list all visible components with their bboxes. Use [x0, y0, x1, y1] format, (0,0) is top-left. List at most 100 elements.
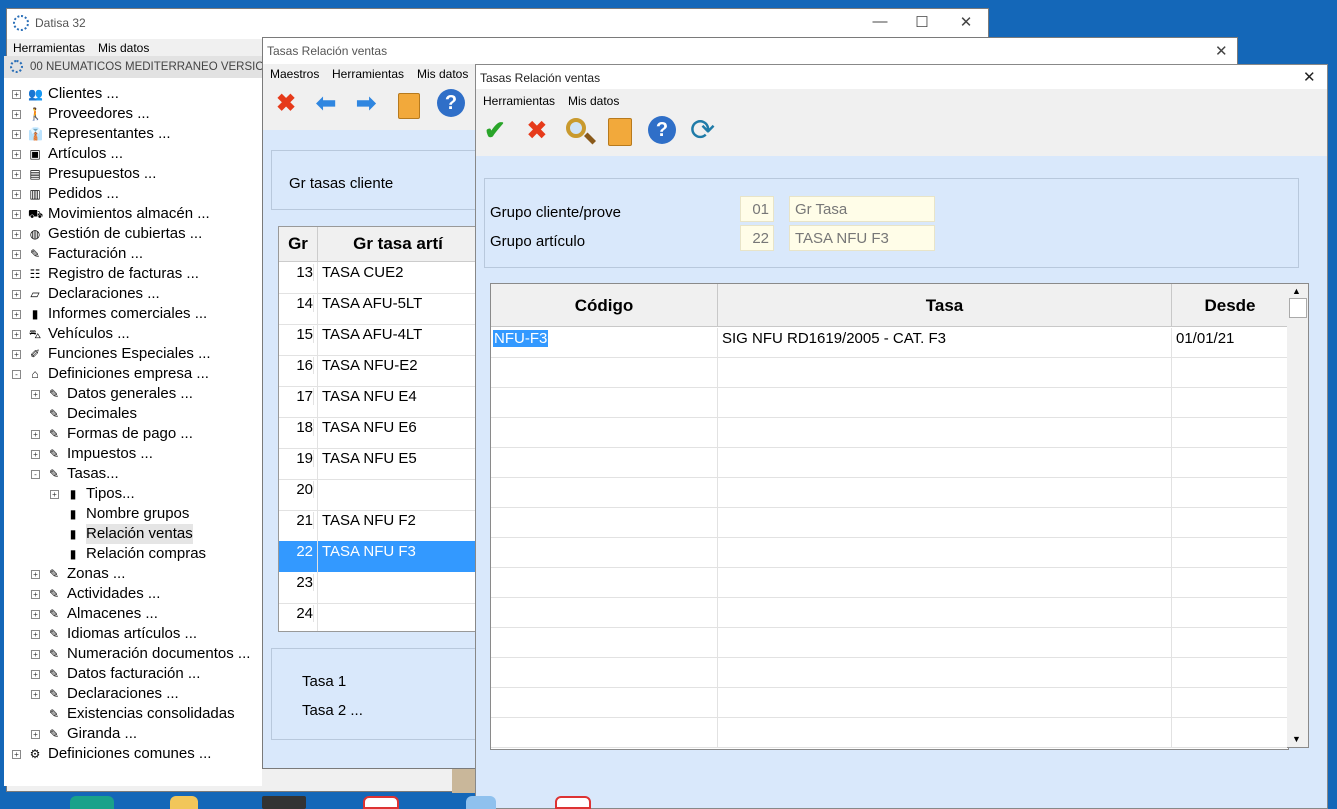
- expand-icon[interactable]: +: [31, 590, 40, 599]
- expand-icon[interactable]: +: [12, 110, 21, 119]
- tasa-2-label[interactable]: Tasa 2 ...: [302, 702, 363, 719]
- table-row[interactable]: 16 TASA NFU-E2: [279, 355, 477, 387]
- taskbar-app-icon-4[interactable]: [363, 796, 399, 809]
- arrow-left-icon[interactable]: ⬅: [311, 89, 341, 119]
- table-row[interactable]: 17 TASA NFU E4: [279, 386, 477, 418]
- cancel-icon[interactable]: ✖: [526, 115, 548, 146]
- expand-icon[interactable]: +: [31, 390, 40, 399]
- codigo-cell[interactable]: [491, 598, 718, 628]
- expand-icon[interactable]: +: [31, 670, 40, 679]
- table-row[interactable]: [491, 598, 1288, 628]
- expand-icon[interactable]: +: [12, 270, 21, 279]
- codigo-cell[interactable]: NFU-F3: [491, 328, 718, 358]
- menu-mis-datos[interactable]: Mis datos: [98, 41, 149, 55]
- collapse-icon[interactable]: -: [31, 470, 40, 479]
- grupo-articulo-code-field[interactable]: 22: [740, 225, 774, 251]
- expand-icon[interactable]: +: [12, 250, 21, 259]
- taskbar-app-icon-6[interactable]: [555, 796, 591, 809]
- expand-icon[interactable]: +: [12, 290, 21, 299]
- taskbar-app-icon-2[interactable]: [170, 796, 198, 809]
- help-icon[interactable]: ?: [648, 116, 676, 144]
- expand-icon[interactable]: +: [12, 210, 21, 219]
- table-row[interactable]: 15 TASA AFU-4LT: [279, 324, 477, 356]
- expand-icon[interactable]: +: [12, 350, 21, 359]
- taskbar-app-icon-1[interactable]: [70, 796, 114, 809]
- grupo-cliente-name-field[interactable]: Gr Tasa: [789, 196, 935, 222]
- grid-header-gr-tasa[interactable]: Gr tasa artí: [318, 227, 477, 262]
- delete-icon[interactable]: ✖: [271, 89, 301, 119]
- table-row[interactable]: 24: [279, 603, 477, 631]
- expand-icon[interactable]: +: [12, 170, 21, 179]
- table-row[interactable]: 18 TASA NFU E6: [279, 417, 477, 449]
- codigo-cell[interactable]: [491, 718, 718, 748]
- clipboard-icon[interactable]: [393, 89, 423, 119]
- table-row[interactable]: [491, 538, 1288, 568]
- menu-mis-datos-detail[interactable]: Mis datos: [568, 94, 619, 108]
- scroll-up-arrow-icon[interactable]: ▲: [1292, 286, 1301, 296]
- column-header-codigo[interactable]: Código: [491, 284, 718, 327]
- grupo-articulo-name-field[interactable]: TASA NFU F3: [789, 225, 935, 251]
- table-row[interactable]: [491, 418, 1288, 448]
- collapse-icon[interactable]: -: [12, 370, 21, 379]
- close-button[interactable]: ✕: [951, 13, 981, 31]
- arrow-right-icon[interactable]: ➡: [351, 89, 381, 119]
- expand-icon[interactable]: +: [12, 130, 21, 139]
- scroll-thumb[interactable]: [1289, 298, 1307, 318]
- table-row[interactable]: 23: [279, 572, 477, 604]
- column-header-tasa[interactable]: Tasa: [718, 284, 1172, 327]
- table-row[interactable]: [491, 688, 1288, 718]
- accept-check-icon[interactable]: ✔: [484, 115, 506, 146]
- codigo-cell[interactable]: [491, 418, 718, 448]
- codigo-cell[interactable]: [491, 508, 718, 538]
- clipboard-icon[interactable]: [608, 118, 632, 146]
- table-row[interactable]: 20: [279, 479, 477, 511]
- menu-mis-datos-tasas[interactable]: Mis datos: [417, 67, 468, 81]
- table-row[interactable]: 21 TASA NFU F2: [279, 510, 477, 542]
- table-row[interactable]: NFU-F3 SIG NFU RD1619/2005 - CAT. F3 01/01…: [491, 328, 1288, 358]
- codigo-cell[interactable]: [491, 538, 718, 568]
- expand-icon[interactable]: +: [12, 750, 21, 759]
- table-row[interactable]: [491, 508, 1288, 538]
- expand-icon[interactable]: +: [31, 570, 40, 579]
- taskbar-app-icon-5[interactable]: [466, 796, 496, 809]
- detail-grid-scrollbar[interactable]: ▲ ▼: [1287, 283, 1309, 748]
- maximize-button[interactable]: ☐: [907, 13, 937, 31]
- grupo-cliente-code-field[interactable]: 01: [740, 196, 774, 222]
- table-row[interactable]: [491, 388, 1288, 418]
- codigo-selected-text[interactable]: NFU-F3: [493, 330, 549, 347]
- refresh-icon[interactable]: ⟳: [690, 113, 715, 148]
- column-header-desde[interactable]: Desde: [1172, 284, 1288, 327]
- table-row[interactable]: 22 TASA NFU F3: [279, 541, 477, 572]
- menu-maestros[interactable]: Maestros: [270, 67, 319, 81]
- expand-icon[interactable]: +: [12, 90, 21, 99]
- codigo-cell[interactable]: [491, 478, 718, 508]
- table-row[interactable]: 19 TASA NFU E5: [279, 448, 477, 480]
- expand-icon[interactable]: +: [31, 650, 40, 659]
- codigo-cell[interactable]: [491, 568, 718, 598]
- expand-icon[interactable]: +: [12, 330, 21, 339]
- table-row[interactable]: 13 TASA CUE2: [279, 262, 477, 294]
- expand-icon[interactable]: +: [12, 230, 21, 239]
- detail-close-button[interactable]: ✕: [1303, 68, 1316, 86]
- expand-icon[interactable]: +: [31, 630, 40, 639]
- search-icon[interactable]: [566, 118, 586, 138]
- expand-icon[interactable]: +: [31, 430, 40, 439]
- expand-icon[interactable]: +: [12, 190, 21, 199]
- codigo-cell[interactable]: [491, 688, 718, 718]
- grid-header-gr[interactable]: Gr: [279, 227, 318, 262]
- codigo-cell[interactable]: [491, 628, 718, 658]
- expand-icon[interactable]: +: [50, 490, 59, 499]
- table-row[interactable]: [491, 628, 1288, 658]
- table-row[interactable]: [491, 718, 1288, 748]
- taskbar-app-icon-3[interactable]: [262, 796, 306, 809]
- menu-herramientas-detail[interactable]: Herramientas: [483, 94, 555, 108]
- expand-icon[interactable]: +: [31, 730, 40, 739]
- expand-icon[interactable]: +: [12, 310, 21, 319]
- scroll-down-arrow-icon[interactable]: ▼: [1292, 734, 1301, 744]
- menu-herramientas[interactable]: Herramientas: [13, 41, 85, 55]
- codigo-cell[interactable]: [491, 358, 718, 388]
- codigo-cell[interactable]: [491, 388, 718, 418]
- table-row[interactable]: [491, 568, 1288, 598]
- codigo-cell[interactable]: [491, 448, 718, 478]
- expand-icon[interactable]: +: [31, 690, 40, 699]
